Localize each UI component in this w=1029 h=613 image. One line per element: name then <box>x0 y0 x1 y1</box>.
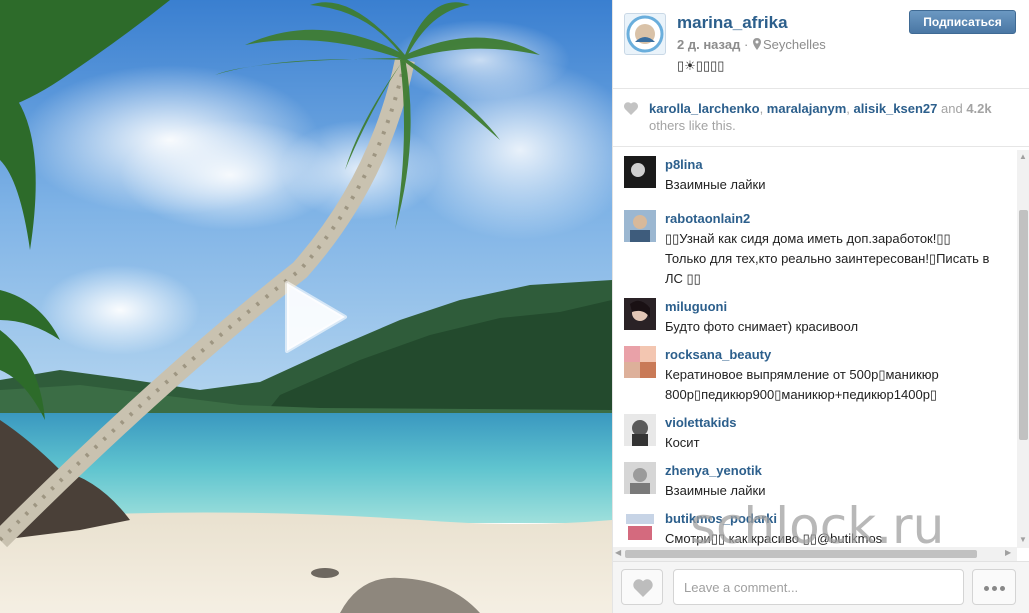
location-pin-icon <box>752 38 761 50</box>
follow-button[interactable]: Подписаться <box>909 10 1016 34</box>
scroll-right-icon[interactable]: ▶ <box>1005 548 1011 557</box>
more-dots-icon <box>984 586 989 591</box>
comment-username[interactable]: zhenya_yenotik <box>665 463 762 478</box>
scroll-down-icon[interactable]: ▼ <box>1019 535 1027 544</box>
post-time[interactable]: 2 д. назад <box>677 37 740 52</box>
post-username-link[interactable]: marina_afrika <box>677 13 788 33</box>
more-options-button[interactable] <box>972 569 1016 605</box>
comments-vertical-scrollbar[interactable]: ▲ ▼ <box>1017 150 1029 548</box>
scroll-left-icon[interactable]: ◀ <box>615 548 621 557</box>
heart-icon <box>633 579 653 597</box>
liker-link[interactable]: maralajanym <box>767 101 847 116</box>
comment-input[interactable] <box>673 569 964 605</box>
scrollbar-thumb[interactable] <box>1019 210 1028 440</box>
liker-link[interactable]: alisik_ksen27 <box>854 101 938 116</box>
comment-avatar[interactable] <box>624 462 656 494</box>
scroll-up-icon[interactable]: ▲ <box>1019 152 1027 161</box>
comment-avatar[interactable] <box>624 210 656 242</box>
comment-text: ▯▯Узнай как сидя дома иметь доп.заработо… <box>665 231 990 286</box>
post-location[interactable]: Seychelles <box>763 37 826 52</box>
like-button[interactable] <box>621 569 663 605</box>
comment-text: Будто фото снимает) красивоол <box>665 319 859 334</box>
comment-avatar[interactable] <box>624 156 656 188</box>
post-caption: ▯☀▯▯▯▯ <box>677 58 725 73</box>
meta-separator: · <box>743 37 749 52</box>
comment-avatar[interactable] <box>624 414 656 446</box>
post-media[interactable] <box>0 0 612 613</box>
comment-username[interactable]: miluguoni <box>665 299 727 314</box>
post-header: marina_afrika 2 д. назад · Seychelles ▯☀… <box>613 0 1029 89</box>
play-icon[interactable] <box>277 281 349 353</box>
comment-text: Косит <box>665 435 700 450</box>
comments-list[interactable]: p8lina Взаимные лайки rabotaonlain2 ▯▯Уз… <box>613 148 1017 547</box>
comment-username[interactable]: rocksana_beauty <box>665 347 771 362</box>
comment-username[interactable]: p8lina <box>665 157 703 172</box>
avatar[interactable] <box>624 13 666 55</box>
comment-avatar[interactable] <box>624 298 656 330</box>
liker-link[interactable]: karolla_larchenko <box>649 101 760 116</box>
post-meta: 2 д. назад · Seychelles <box>677 37 826 52</box>
comment-avatar[interactable] <box>624 510 656 542</box>
heart-icon <box>624 102 638 115</box>
watermark: schlock.ru <box>690 497 945 555</box>
likes-count[interactable]: 4.2k <box>966 101 991 116</box>
comment-username[interactable]: rabotaonlain2 <box>665 211 750 226</box>
comment-text: Кератиновое выпрямление от 500р▯маникюр … <box>665 367 939 402</box>
comment-avatar[interactable] <box>624 346 656 378</box>
likes-text: karolla_larchenko, maralajanym, alisik_k… <box>649 101 992 133</box>
likes-section: karolla_larchenko, maralajanym, alisik_k… <box>613 89 1029 147</box>
comment-username[interactable]: violettakids <box>665 415 737 430</box>
comment-footer <box>613 561 1029 613</box>
comment-text: Взаимные лайки <box>665 177 766 192</box>
